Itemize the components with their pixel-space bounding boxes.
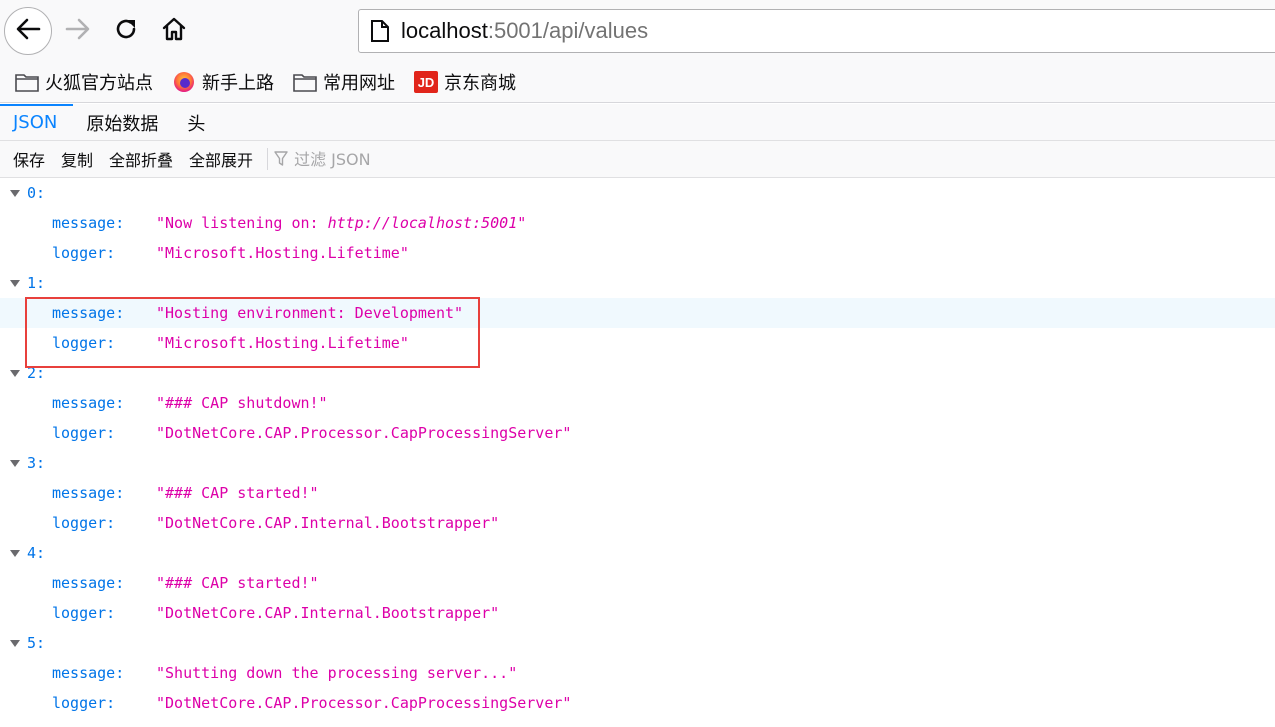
json-index: 3: (27, 454, 46, 472)
bookmark-jd-mall[interactable]: JD 京东商城 (413, 67, 516, 97)
json-value-text: "Now listening on: (156, 214, 328, 232)
json-index-row[interactable]: 0: (0, 178, 1275, 208)
bookmark-label: 京东商城 (444, 73, 516, 94)
json-value: "Microsoft.Hosting.Lifetime" (156, 244, 409, 262)
copy-button[interactable]: 复制 (53, 145, 101, 173)
save-button[interactable]: 保存 (5, 145, 53, 173)
json-key: message: (52, 214, 125, 232)
tab-raw-data[interactable]: 原始数据 (73, 104, 174, 141)
json-key: logger: (52, 694, 116, 712)
reload-icon (114, 17, 138, 45)
json-toolbar: 保存 复制 全部折叠 全部展开 (0, 141, 1275, 178)
json-value: "DotNetCore.CAP.Internal.Bootstrapper" (156, 514, 500, 532)
expand-arrow-icon[interactable] (10, 279, 20, 287)
expand-arrow-icon[interactable] (10, 189, 20, 197)
bookmark-label: 火狐官方站点 (45, 73, 153, 94)
json-key: logger: (52, 244, 116, 262)
json-value: "### CAP started!" (156, 484, 319, 502)
json-index-row[interactable]: 3: (0, 448, 1275, 478)
firefox-icon (171, 71, 197, 93)
json-property-row[interactable]: message: "### CAP started!" (0, 568, 1275, 598)
back-button[interactable] (4, 7, 52, 55)
json-key: message: (52, 664, 125, 682)
filter-json-input[interactable] (294, 149, 455, 169)
json-property-row[interactable]: logger: "Microsoft.Hosting.Lifetime" (0, 238, 1275, 268)
expand-arrow-icon[interactable] (10, 459, 20, 467)
expand-arrow-icon[interactable] (10, 639, 20, 647)
json-value: "DotNetCore.CAP.Internal.Bootstrapper" (156, 604, 500, 622)
filter-icon (274, 150, 290, 168)
json-property-row[interactable]: message: "Now listening on: http://local… (0, 208, 1275, 238)
json-index: 4: (27, 544, 46, 562)
forward-button[interactable] (58, 11, 98, 51)
json-index-row[interactable]: 1: (0, 268, 1275, 298)
json-index-row[interactable]: 4: (0, 538, 1275, 568)
json-value: "DotNetCore.CAP.Processor.CapProcessingS… (156, 694, 572, 712)
json-key: logger: (52, 424, 116, 442)
page-icon (369, 18, 391, 44)
bookmark-label: 常用网址 (323, 73, 395, 94)
url-path: :5001/api/values (487, 18, 649, 43)
home-icon (161, 16, 187, 46)
expand-arrow-icon[interactable] (10, 549, 20, 557)
navigation-bar: localhost:5001/api/values (0, 0, 1275, 62)
json-key: message: (52, 394, 125, 412)
url-text[interactable]: localhost:5001/api/values (401, 18, 648, 44)
bookmark-label: 新手上路 (202, 73, 274, 94)
expand-all-button[interactable]: 全部展开 (181, 145, 261, 173)
json-viewer-tabs: JSON 原始数据 头 (0, 104, 1275, 141)
home-button[interactable] (154, 11, 194, 51)
arrow-left-icon (15, 17, 41, 45)
filter-box[interactable] (274, 149, 455, 169)
json-tree: 0: message: "Now listening on: http://lo… (0, 178, 1275, 727)
jd-logo-wrap: JD (413, 71, 439, 93)
json-property-row[interactable]: message: "Shutting down the processing s… (0, 658, 1275, 688)
jd-icon: JD (414, 71, 438, 93)
json-value: "Shutting down the processing server..." (156, 664, 518, 682)
highlight-annotation-box (25, 297, 480, 368)
json-index: 0: (27, 184, 46, 202)
bookmark-firefox-official[interactable]: 火狐官方站点 (14, 67, 153, 97)
json-value: "### CAP started!" (156, 574, 319, 592)
json-key: logger: (52, 604, 116, 622)
json-property-row[interactable]: logger: "DotNetCore.CAP.Processor.CapPro… (0, 688, 1275, 718)
json-property-row[interactable]: logger: "DotNetCore.CAP.Internal.Bootstr… (0, 508, 1275, 538)
bookmark-getting-started[interactable]: 新手上路 (171, 67, 274, 97)
expand-arrow-icon[interactable] (10, 369, 20, 377)
reload-button[interactable] (106, 11, 146, 51)
folder-icon (292, 71, 318, 93)
tab-json[interactable]: JSON (0, 104, 74, 141)
json-value: "DotNetCore.CAP.Processor.CapProcessingS… (156, 424, 572, 442)
json-value-link[interactable]: http://localhost:5001 (328, 214, 518, 232)
tab-headers[interactable]: 头 (174, 104, 221, 141)
json-value: "### CAP shutdown!" (156, 394, 328, 412)
json-key: message: (52, 484, 125, 502)
json-index: 1: (27, 274, 46, 292)
json-key: message: (52, 574, 125, 592)
json-property-row[interactable]: logger: "DotNetCore.CAP.Internal.Bootstr… (0, 598, 1275, 628)
toolbar-separator (267, 148, 269, 170)
json-property-row[interactable]: message: "### CAP started!" (0, 478, 1275, 508)
folder-icon (14, 71, 40, 93)
json-value: "Now listening on: http://localhost:5001… (156, 214, 526, 232)
json-key: logger: (52, 514, 116, 532)
json-index: 5: (27, 634, 46, 652)
json-value-text: " (517, 214, 527, 232)
collapse-all-button[interactable]: 全部折叠 (101, 145, 181, 173)
bookmark-common-sites[interactable]: 常用网址 (292, 67, 395, 97)
arrow-right-icon (65, 17, 91, 45)
json-property-row[interactable]: logger: "DotNetCore.CAP.Processor.CapPro… (0, 418, 1275, 448)
json-property-row[interactable]: message: "### CAP shutdown!" (0, 388, 1275, 418)
json-index-row[interactable]: 5: (0, 628, 1275, 658)
bookmarks-toolbar: 火狐官方站点 新手上路 常用网址 JD 京东商城 (0, 62, 1275, 103)
address-bar[interactable]: localhost:5001/api/values (358, 9, 1275, 53)
url-host: localhost (401, 18, 488, 43)
